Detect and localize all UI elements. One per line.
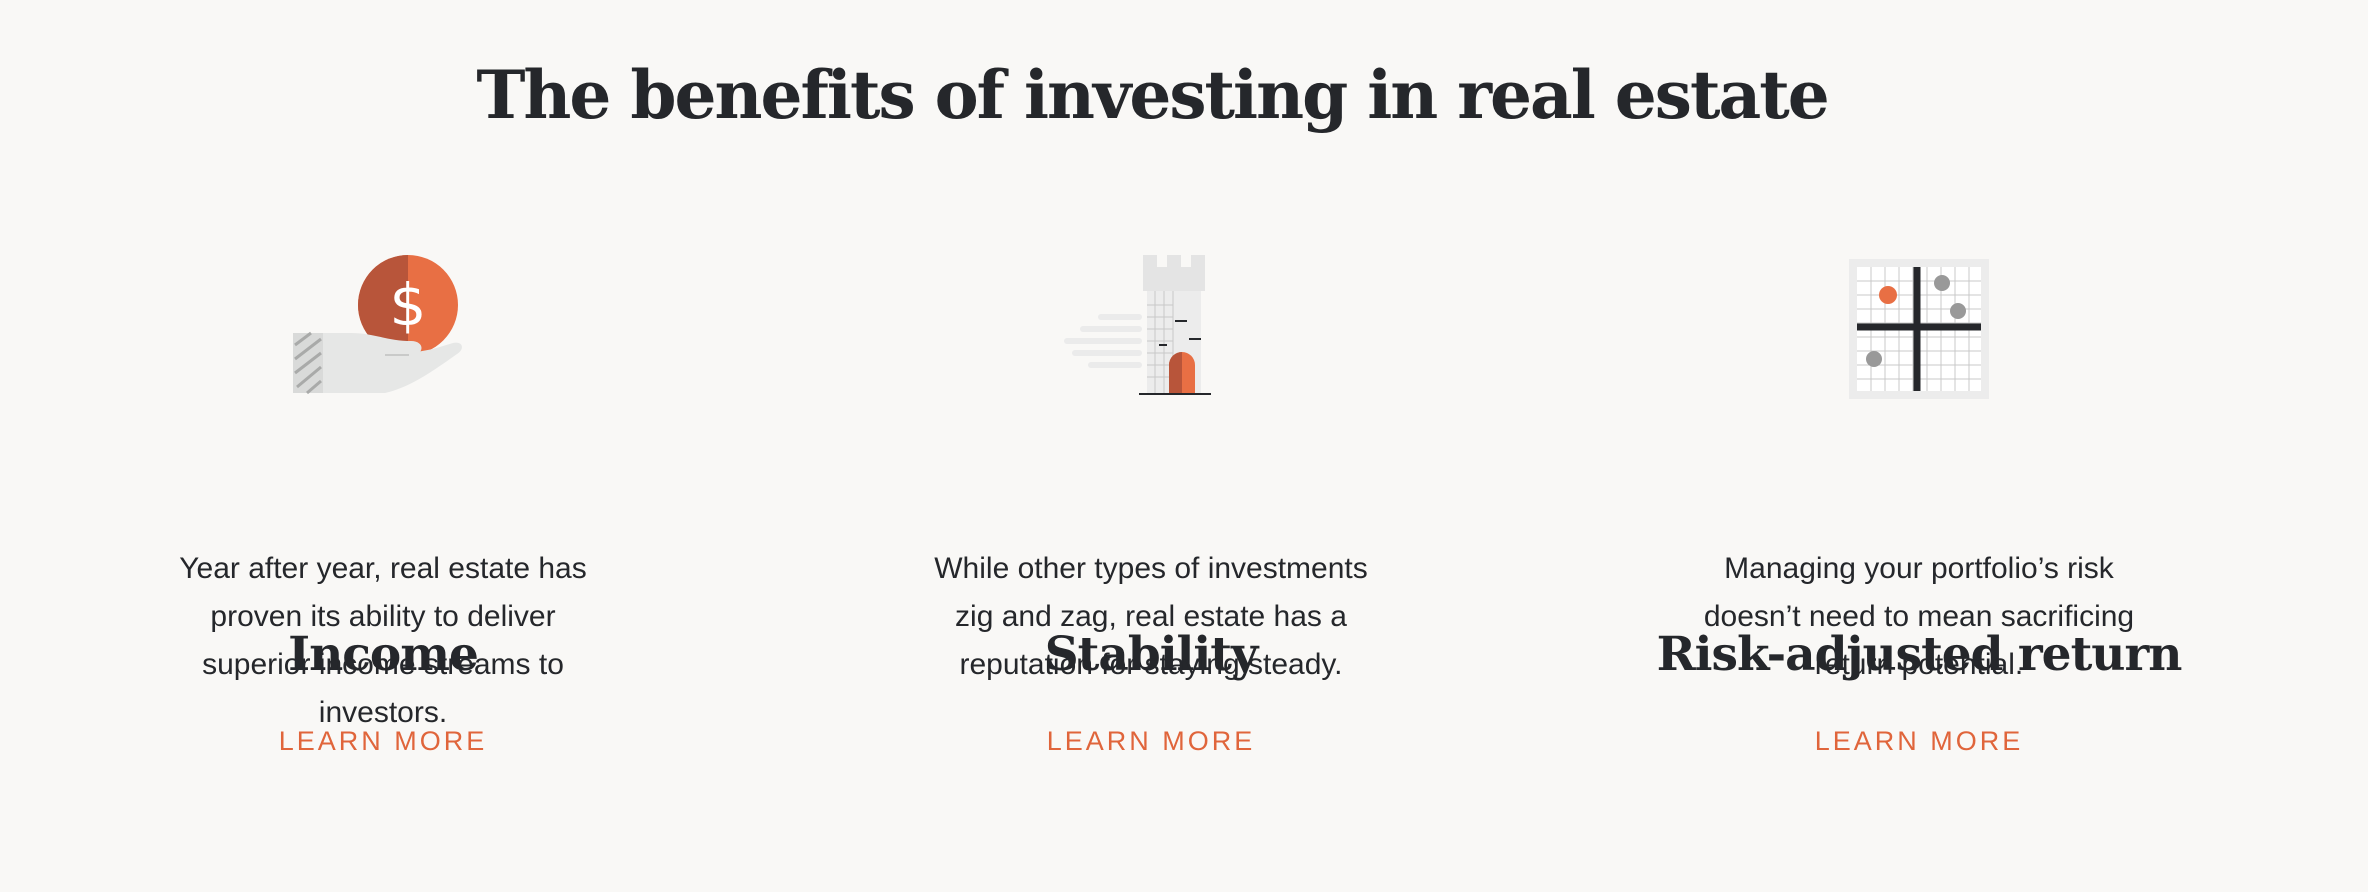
benefit-description: Year after year, real estate has proven … [179, 552, 587, 729]
page-title: The benefits of investing in real estate [476, 56, 1829, 134]
learn-more-link-stability[interactable]: LEARN MORE [811, 724, 1491, 758]
benefit-card-risk-adjusted-return: Risk-adjusted return Managing your portf… [1579, 255, 2259, 756]
benefit-card-income: $ Income Year after year, real estate ha… [43, 255, 723, 756]
svg-text:$: $ [390, 271, 427, 339]
learn-more-link-income[interactable]: LEARN MORE [43, 724, 723, 758]
scatter-grid-icon [1829, 255, 2009, 405]
benefit-description: Managing your portfolio’s risk doesn’t n… [1703, 552, 2135, 681]
benefit-description: While other types of investments zig and… [934, 552, 1368, 681]
benefit-card-stability: Stability While other types of investmen… [811, 255, 1491, 756]
hand-holding-dollar-icon: $ [293, 255, 473, 405]
tower-icon [1061, 255, 1241, 405]
learn-more-link-risk-adjusted-return[interactable]: LEARN MORE [1579, 724, 2259, 758]
